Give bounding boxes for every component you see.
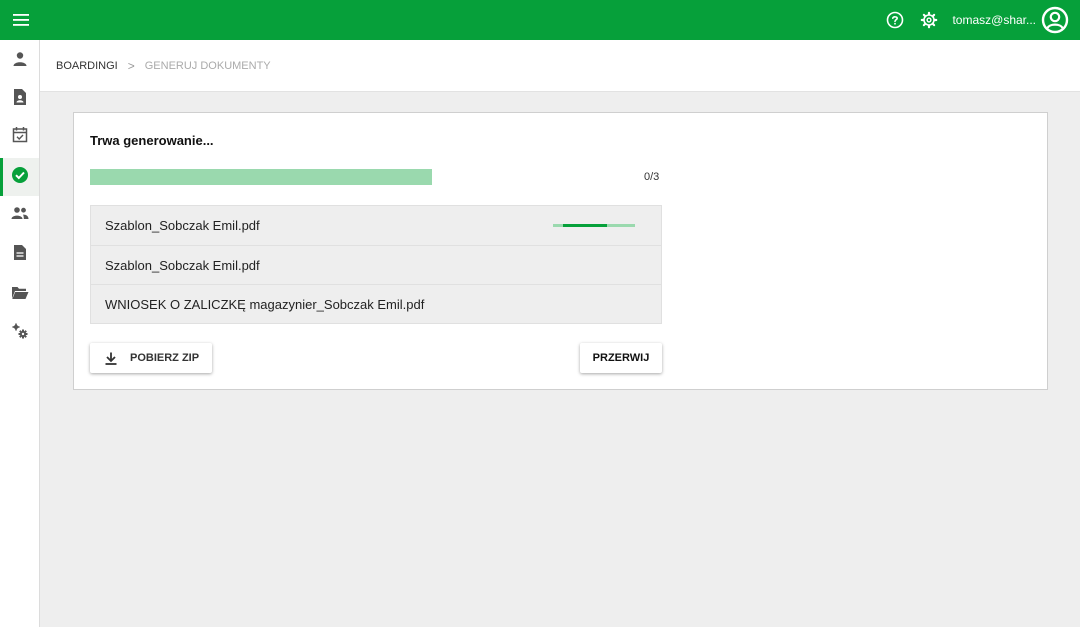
file-row: Szablon_Sobczak Emil.pdf bbox=[91, 206, 661, 245]
generation-title: Trwa generowanie... bbox=[90, 133, 214, 148]
file-row: Szablon_Sobczak Emil.pdf bbox=[91, 245, 661, 284]
sidebar-item-calendar[interactable] bbox=[0, 118, 39, 156]
sidebar-item-people[interactable] bbox=[0, 196, 39, 234]
download-icon bbox=[104, 351, 118, 365]
sidebar bbox=[0, 40, 40, 627]
file-name: Szablon_Sobczak Emil.pdf bbox=[105, 218, 260, 233]
person-icon bbox=[12, 51, 28, 72]
cogs-icon bbox=[11, 322, 29, 345]
file-list: Szablon_Sobczak Emil.pdf Szablon_Sobczak… bbox=[90, 205, 662, 324]
sidebar-item-settings[interactable] bbox=[0, 314, 39, 352]
file-loading-indicator-fill bbox=[563, 224, 607, 227]
file-name: WNIOSEK O ZALICZKĘ magazynier_Sobczak Em… bbox=[105, 296, 425, 312]
sidebar-item-person-document[interactable] bbox=[0, 80, 39, 118]
generation-progress-bar bbox=[90, 169, 432, 185]
file-name: Szablon_Sobczak Emil.pdf bbox=[105, 257, 260, 273]
breadcrumb: BOARDINGI > GENERUJ DOKUMENTY bbox=[40, 40, 1080, 92]
download-zip-label: POBIERZ ZIP bbox=[130, 352, 200, 364]
gear-icon[interactable] bbox=[918, 9, 940, 31]
user-name[interactable]: tomasz@shar... bbox=[952, 13, 1036, 27]
check-circle-icon bbox=[11, 166, 29, 189]
generation-card: Trwa generowanie... 0/3 Szablon_Sobczak … bbox=[73, 112, 1048, 390]
person-document-icon bbox=[12, 88, 28, 111]
top-bar-actions: tomasz@shar... bbox=[884, 5, 1070, 35]
sidebar-item-folder[interactable] bbox=[0, 276, 39, 314]
account-circle-icon[interactable] bbox=[1040, 5, 1070, 35]
breadcrumb-boardingi[interactable]: BOARDINGI bbox=[56, 60, 118, 72]
top-app-bar: tomasz@shar... bbox=[0, 0, 1080, 40]
file-row: WNIOSEK O ZALICZKĘ magazynier_Sobczak Em… bbox=[91, 284, 661, 323]
sidebar-item-check[interactable] bbox=[0, 158, 39, 196]
download-zip-button[interactable]: POBIERZ ZIP bbox=[90, 343, 212, 373]
stop-button[interactable]: PRZERWIJ bbox=[580, 343, 662, 373]
generation-progress-count: 0/3 bbox=[644, 171, 660, 183]
file-loading-indicator bbox=[553, 224, 635, 227]
hamburger-menu-icon[interactable] bbox=[9, 8, 33, 32]
help-circle-icon[interactable] bbox=[884, 9, 906, 31]
sidebar-item-person[interactable] bbox=[0, 42, 39, 80]
folder-open-icon bbox=[11, 286, 29, 305]
document-icon bbox=[13, 244, 27, 266]
breadcrumb-current: GENERUJ DOKUMENTY bbox=[144, 59, 271, 72]
calendar-check-icon bbox=[12, 126, 28, 148]
people-icon bbox=[11, 206, 29, 225]
breadcrumb-separator: > bbox=[127, 58, 135, 73]
sidebar-item-document[interactable] bbox=[0, 236, 39, 274]
